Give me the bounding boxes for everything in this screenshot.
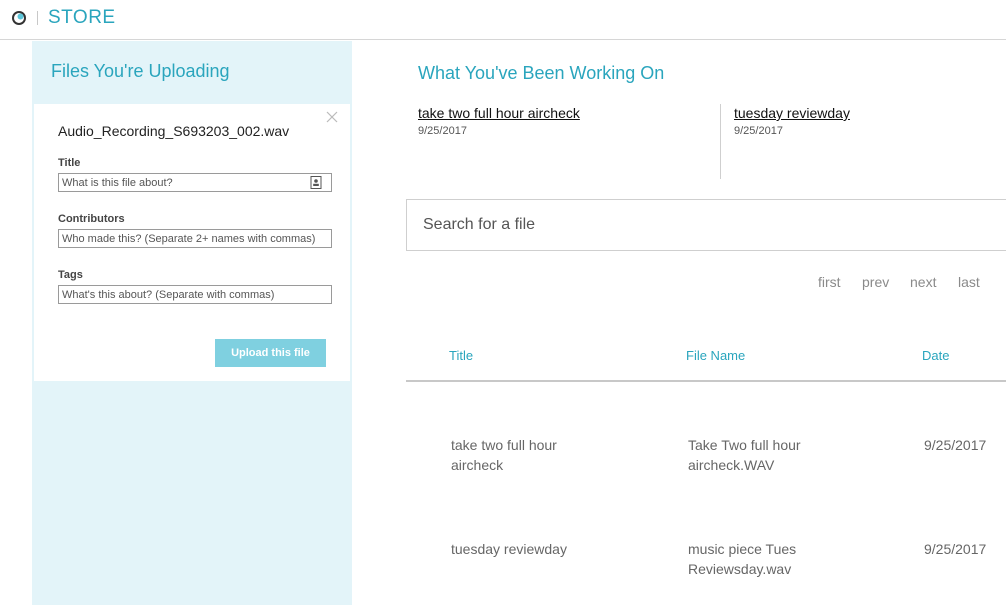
- upload-file-name: Audio_Recording_S693203_002.wav: [58, 123, 290, 139]
- recent-item-date: 9/25/2017: [734, 125, 783, 137]
- contributors-field-label: Contributors: [58, 213, 125, 225]
- row-title-cell: take two full hour aircheck: [451, 435, 557, 475]
- recent-divider: [720, 104, 721, 179]
- row-file-name-line: aircheck.WAV: [688, 457, 775, 473]
- uploads-panel: Files You're Uploading Audio_Recording_S…: [32, 41, 352, 605]
- tags-field-label: Tags: [58, 269, 83, 281]
- recent-item-title-link[interactable]: take two full hour aircheck: [418, 105, 580, 121]
- pager-last-link[interactable]: last: [958, 274, 980, 290]
- pager-first-link[interactable]: first: [818, 274, 841, 290]
- file-search-input[interactable]: [406, 199, 1006, 251]
- recent-item-title-link[interactable]: tuesday reviewday: [734, 105, 850, 121]
- contact-card-icon[interactable]: [310, 176, 322, 189]
- contributors-input[interactable]: [58, 229, 332, 248]
- row-file-name-line: music piece Tues: [688, 541, 797, 557]
- recent-item-date: 9/25/2017: [418, 125, 467, 137]
- column-header-file-name[interactable]: File Name: [686, 348, 745, 363]
- recent-item: tuesday reviewday 9/25/2017: [734, 105, 850, 137]
- table-header-rule: [406, 380, 1006, 382]
- recent-item: take two full hour aircheck 9/25/2017: [418, 105, 580, 137]
- top-bar: STORE: [0, 0, 1006, 40]
- uploads-heading: Files You're Uploading: [51, 61, 230, 81]
- column-header-date[interactable]: Date: [922, 348, 949, 363]
- row-title-line: aircheck: [451, 457, 504, 473]
- logo-divider: [37, 11, 38, 25]
- upload-card: Audio_Recording_S693203_002.wav Title Co…: [34, 104, 350, 381]
- row-file-name-line: Take Two full hour: [688, 437, 801, 453]
- row-date-cell: 9/25/2017: [924, 437, 987, 453]
- pager-prev-link[interactable]: prev: [862, 274, 889, 290]
- close-icon[interactable]: [325, 110, 339, 124]
- logo-icon[interactable]: [11, 10, 27, 26]
- column-header-title[interactable]: Title: [449, 348, 473, 363]
- upload-file-button[interactable]: Upload this file: [215, 339, 326, 367]
- row-file-name-line: Reviewsday.wav: [688, 561, 792, 577]
- pager-next-link[interactable]: next: [910, 274, 936, 290]
- row-title-cell: tuesday reviewday: [451, 539, 567, 559]
- row-date-cell: 9/25/2017: [924, 541, 987, 557]
- title-field-label: Title: [58, 157, 81, 169]
- row-title-line: tuesday reviewday: [451, 541, 567, 557]
- row-file-name-cell: music piece Tues Reviewsday.wav: [688, 539, 796, 579]
- brand-title[interactable]: STORE: [48, 7, 116, 29]
- tags-input[interactable]: [58, 285, 332, 304]
- working-on-heading: What You've Been Working On: [418, 63, 665, 83]
- row-title-line: take two full hour: [451, 437, 557, 453]
- row-file-name-cell: Take Two full hour aircheck.WAV: [688, 435, 801, 475]
- title-input[interactable]: [58, 173, 332, 192]
